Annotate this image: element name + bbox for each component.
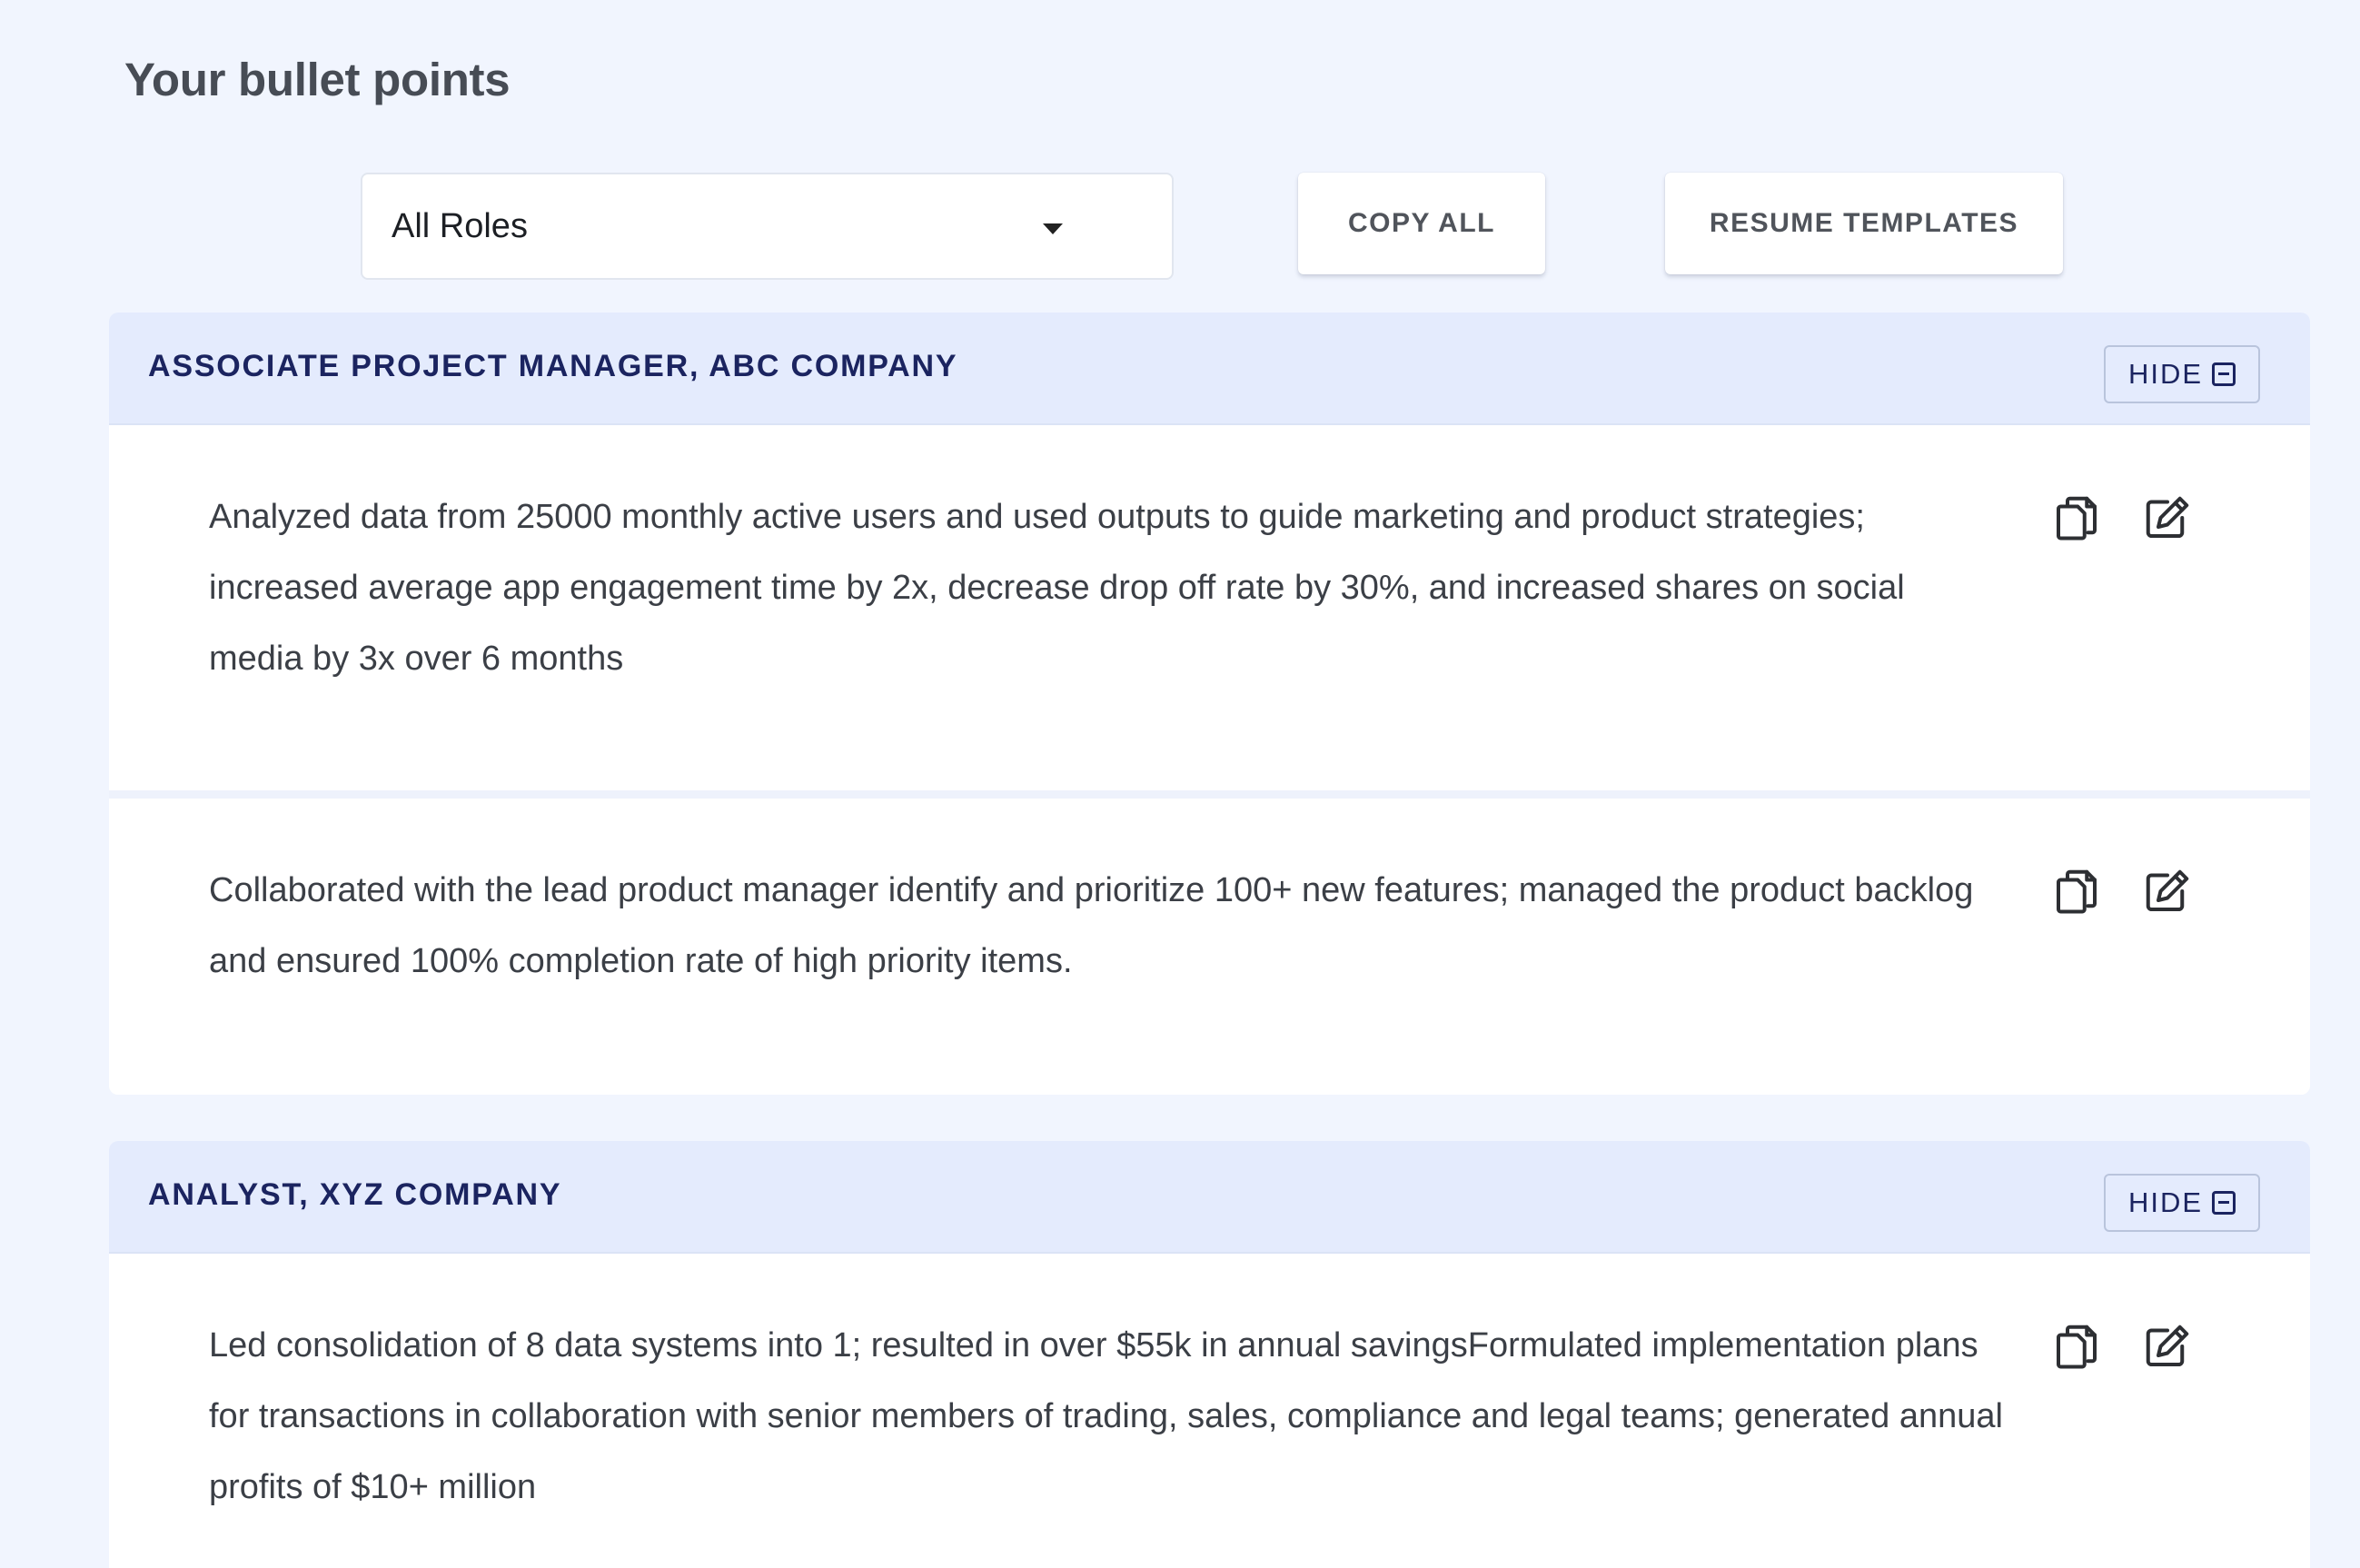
copy-icon[interactable] xyxy=(2049,864,2104,918)
role-title: ASSOCIATE PROJECT MANAGER, ABC COMPANY xyxy=(148,349,958,383)
bullet-text: Collaborated with the lead product manag… xyxy=(209,871,1974,980)
edit-icon[interactable] xyxy=(2140,864,2195,918)
role-title: ANALYST, XYZ COMPANY xyxy=(148,1177,562,1212)
caret-down-icon xyxy=(1043,223,1063,234)
bullet-item: Led consolidation of 8 data systems into… xyxy=(109,1254,2310,1568)
bullet-item: Collaborated with the lead product manag… xyxy=(109,799,2310,1095)
role-header: ANALYST, XYZ COMPANY HIDE xyxy=(109,1141,2310,1254)
page-title: Your bullet points xyxy=(124,54,511,105)
copy-icon[interactable] xyxy=(2049,491,2104,545)
edit-icon[interactable] xyxy=(2140,491,2195,545)
bullet-text: Analyzed data from 25000 monthly active … xyxy=(209,498,1905,678)
role-card-associate-project-manager: ASSOCIATE PROJECT MANAGER, ABC COMPANY H… xyxy=(109,313,2310,1095)
role-header: ASSOCIATE PROJECT MANAGER, ABC COMPANY H… xyxy=(109,313,2310,425)
role-filter-value: All Roles xyxy=(392,206,528,245)
edit-icon[interactable] xyxy=(2140,1319,2195,1374)
resume-templates-button[interactable]: RESUME TEMPLATES xyxy=(1665,173,2063,274)
bullet-item: Analyzed data from 25000 monthly active … xyxy=(109,425,2310,799)
role-filter-select[interactable]: All Roles xyxy=(361,173,1174,280)
hide-label: HIDE xyxy=(2127,358,2204,390)
copy-icon[interactable] xyxy=(2049,1319,2104,1374)
collapse-square-icon xyxy=(2212,362,2236,386)
role-card-analyst: ANALYST, XYZ COMPANY HIDE Led consolidat… xyxy=(109,1141,2310,1568)
hide-label: HIDE xyxy=(2127,1186,2204,1218)
collapse-square-icon xyxy=(2212,1191,2236,1215)
bullet-text: Led consolidation of 8 data systems into… xyxy=(209,1326,2003,1506)
hide-role-button[interactable]: HIDE xyxy=(2104,345,2260,403)
hide-role-button[interactable]: HIDE xyxy=(2104,1174,2260,1232)
copy-all-button[interactable]: COPY ALL xyxy=(1298,173,1545,274)
